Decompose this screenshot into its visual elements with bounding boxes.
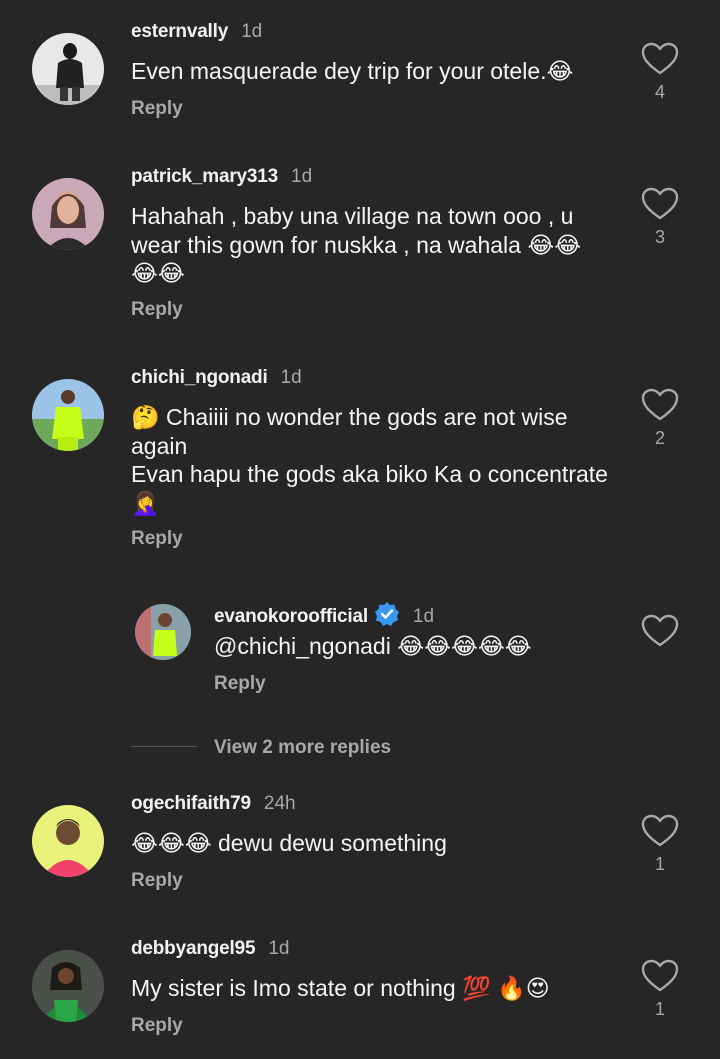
divider <box>131 746 197 747</box>
avatar[interactable] <box>32 950 104 1022</box>
avatar[interactable] <box>32 805 104 877</box>
comment-text: Even masquerade dey trip for your otele.… <box>131 58 574 84</box>
reply-button[interactable]: Reply <box>131 870 183 892</box>
username[interactable]: esternvally <box>131 21 228 43</box>
timestamp: 1d <box>241 21 263 42</box>
username[interactable]: evanokoroofficial <box>214 606 368 628</box>
timestamp: 1d <box>291 166 313 187</box>
verified-badge-icon <box>374 601 400 627</box>
reply-button[interactable]: Reply <box>214 673 266 695</box>
view-more-replies-button[interactable]: View 2 more replies <box>214 737 391 759</box>
reply-button[interactable]: Reply <box>131 528 183 550</box>
like-count: 2 <box>654 428 665 448</box>
heart-outline-icon[interactable] <box>641 959 679 993</box>
username[interactable]: chichi_ngonadi <box>131 367 268 389</box>
reply-button[interactable]: Reply <box>131 1015 183 1037</box>
username[interactable]: ogechifaith79 <box>131 793 251 815</box>
like-count: 3 <box>654 227 665 247</box>
comment-text: My sister is Imo state or nothing 💯 🔥😍 <box>131 975 550 1001</box>
timestamp: 1d <box>268 938 290 959</box>
avatar[interactable] <box>32 178 104 250</box>
like-count: 4 <box>654 82 665 102</box>
comment-text: 🤔 Chaiiii no wonder the gods are not wis… <box>131 404 608 516</box>
avatar[interactable] <box>135 604 191 660</box>
reply-button[interactable]: Reply <box>131 299 183 321</box>
timestamp: 24h <box>263 793 296 814</box>
heart-outline-icon[interactable] <box>641 42 679 76</box>
comment-text: @chichi_ngonadi 😂😂😂😂😂 <box>214 633 532 659</box>
username[interactable]: debbyangel95 <box>131 938 256 960</box>
like-count: 1 <box>654 999 665 1019</box>
timestamp: 1d <box>280 367 302 388</box>
username[interactable]: patrick_mary313 <box>131 166 278 188</box>
heart-outline-icon[interactable] <box>641 814 679 848</box>
like-count: 1 <box>654 854 665 874</box>
timestamp: 1d <box>412 606 435 627</box>
heart-outline-icon[interactable] <box>641 388 679 422</box>
comment-text: 😂😂😂 dewu dewu something <box>131 830 447 856</box>
comment-text: Hahahah , baby una village na town ooo ,… <box>131 203 582 286</box>
avatar[interactable] <box>32 379 104 451</box>
heart-outline-icon[interactable] <box>641 187 679 221</box>
heart-outline-icon[interactable] <box>641 614 679 648</box>
reply-button[interactable]: Reply <box>131 98 183 120</box>
avatar[interactable] <box>32 33 104 105</box>
